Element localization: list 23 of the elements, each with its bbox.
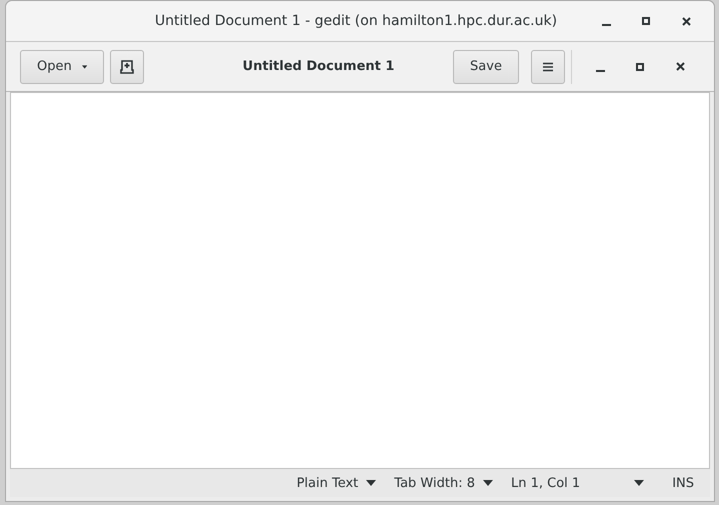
- minimize-icon: [596, 70, 604, 72]
- menu-icon: [543, 62, 553, 72]
- caret-icon: [634, 480, 644, 486]
- maximize-icon: [642, 17, 650, 25]
- status-menu-button[interactable]: [634, 480, 644, 486]
- minimize-icon: [602, 24, 610, 26]
- caret-icon: [82, 64, 87, 70]
- open-button[interactable]: Open: [20, 50, 104, 84]
- status-dropdown[interactable]: Tab Width: 8: [394, 476, 493, 490]
- window-title: Untitled Document 1 - gedit (on hamilton1.hpc.dur.ac.uk): [154, 13, 558, 29]
- status-dropdown[interactable]: Plain Text: [296, 476, 376, 490]
- document-title: Untitled Document 1: [242, 59, 396, 74]
- status-text: INS: [672, 476, 694, 490]
- close-icon: [682, 16, 690, 26]
- caret-icon: [482, 480, 493, 486]
- new-document-button[interactable]: [110, 50, 144, 84]
- caret-icon: [366, 480, 376, 486]
- new-tab-icon: [120, 60, 134, 74]
- save-button[interactable]: Save: [453, 50, 519, 84]
- menu-button[interactable]: [531, 50, 565, 84]
- status-text: Ln 1, Col 1: [510, 476, 580, 490]
- maximize-icon: [636, 62, 644, 70]
- close-icon: [676, 62, 684, 71]
